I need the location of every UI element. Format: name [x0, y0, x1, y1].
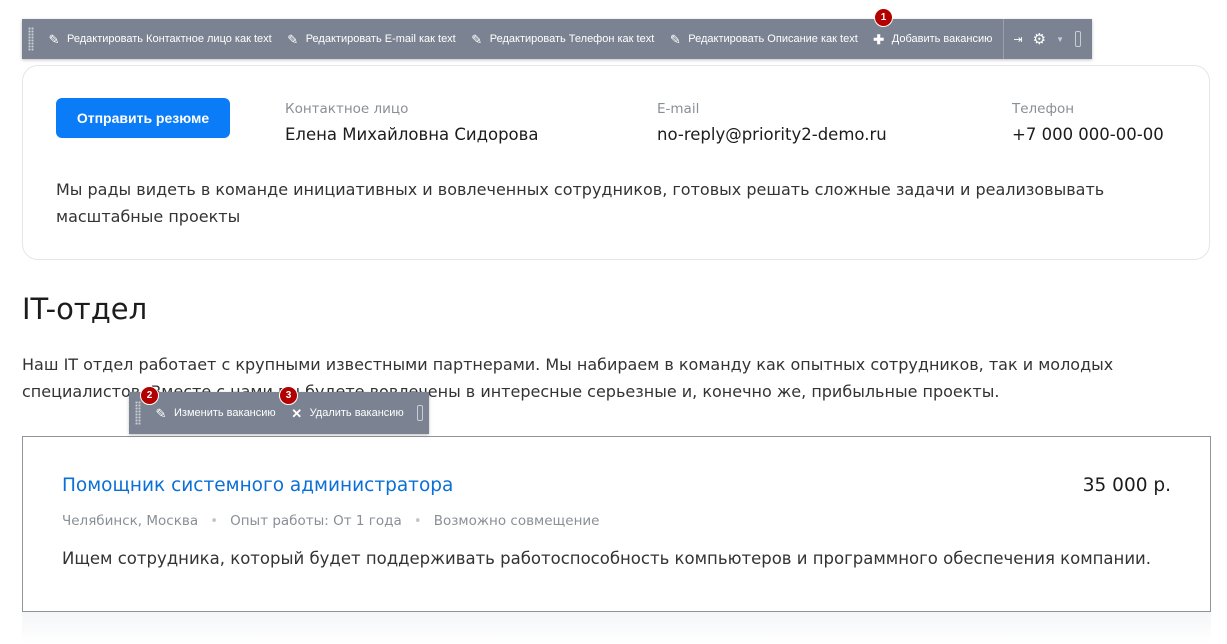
- email-label: E-mail: [657, 101, 700, 117]
- toolbar-item-label: Редактировать E-mail как text: [305, 33, 456, 45]
- gear-icon[interactable]: ⚙: [1028, 30, 1051, 48]
- hint-badge-2: 2: [140, 386, 159, 405]
- toolbar-item-label: Изменить вакансию: [174, 407, 276, 419]
- hint-badge-1: 1: [874, 8, 893, 27]
- pencil-icon: ✎: [471, 31, 483, 47]
- toolbar-divider: [1003, 19, 1005, 59]
- pencil-icon: ✎: [155, 405, 167, 421]
- edit-contact-person-button[interactable]: ✎ Редактировать Контактное лицо как text: [40, 19, 279, 59]
- toolbar-drag-handle[interactable]: [135, 401, 141, 425]
- edit-description-button[interactable]: ✎ Редактировать Описание как text: [661, 19, 864, 59]
- pencil-icon: ✎: [669, 31, 681, 47]
- contact-person-value: Елена Михайловна Сидорова: [285, 125, 539, 144]
- pin-icon[interactable]: ⇥: [1008, 33, 1027, 46]
- email-field: E-mail no-reply@priority2-demo.ru: [657, 101, 887, 144]
- section-title: IT-отдел: [22, 292, 148, 326]
- meta-separator: •: [413, 513, 422, 529]
- delete-vacancy-button[interactable]: ✕ Удалить вакансию: [283, 392, 411, 434]
- pencil-icon: ✎: [48, 31, 60, 47]
- phone-value: +7 000 000-00-00: [1012, 125, 1164, 144]
- vacancy-description: Ищем сотрудника, который будет поддержив…: [62, 549, 1152, 568]
- hint-badge-3: 3: [279, 386, 298, 405]
- vacancy-card: Помощник системного администратора 35 00…: [22, 436, 1211, 612]
- toolbar-end-handle[interactable]: [1075, 31, 1081, 47]
- email-value: no-reply@priority2-demo.ru: [657, 125, 887, 144]
- plus-icon: ✚: [873, 31, 885, 47]
- vacancy-location: Челябинск, Москва: [62, 513, 199, 529]
- edit-vacancy-button[interactable]: ✎ Изменить вакансию: [147, 392, 283, 434]
- toolbar-item-label: Редактировать Контактное лицо как text: [67, 33, 272, 45]
- phone-field: Телефон +7 000 000-00-00: [1012, 101, 1164, 144]
- pencil-icon: ✎: [287, 31, 299, 47]
- toolbar-item-label: Удалить вакансию: [309, 407, 404, 419]
- chevron-down-icon[interactable]: ▼: [1051, 35, 1069, 44]
- send-resume-button[interactable]: Отправить резюме: [56, 98, 230, 138]
- vacancy-salary: 35 000 р.: [1082, 475, 1171, 496]
- vacancy-combination: Возможно совмещение: [433, 513, 600, 529]
- edit-phone-button[interactable]: ✎ Редактировать Телефон как text: [463, 19, 662, 59]
- contact-person-label: Контактное лицо: [285, 101, 409, 117]
- vacancy-title-link[interactable]: Помощник системного администратора: [62, 475, 453, 496]
- meta-separator: •: [210, 513, 219, 529]
- next-card-edge: [22, 612, 1211, 644]
- toolbar-item-label: Добавить вакансию: [891, 33, 993, 45]
- toolbar-item-label: Редактировать Телефон как text: [489, 33, 655, 45]
- close-icon: ✕: [291, 405, 303, 421]
- contact-description: Мы рады видеть в команде инициативных и …: [56, 180, 1105, 226]
- edit-toolbar: ✎ Редактировать Контактное лицо как text…: [22, 19, 1092, 59]
- toolbar-item-label: Редактировать Описание как text: [688, 33, 858, 45]
- vacancy-experience: Опыт работы: От 1 года: [230, 513, 402, 529]
- contact-card: Отправить резюме Контактное лицо Елена М…: [22, 65, 1210, 260]
- toolbar-drag-handle[interactable]: [28, 27, 34, 51]
- phone-label: Телефон: [1012, 101, 1075, 117]
- toolbar-end-handle[interactable]: [416, 405, 423, 421]
- contact-person-field: Контактное лицо Елена Михайловна Сидоров…: [285, 101, 539, 144]
- edit-email-button[interactable]: ✎ Редактировать E-mail как text: [279, 19, 463, 59]
- vacancy-meta: Челябинск, Москва • Опыт работы: От 1 го…: [62, 513, 599, 529]
